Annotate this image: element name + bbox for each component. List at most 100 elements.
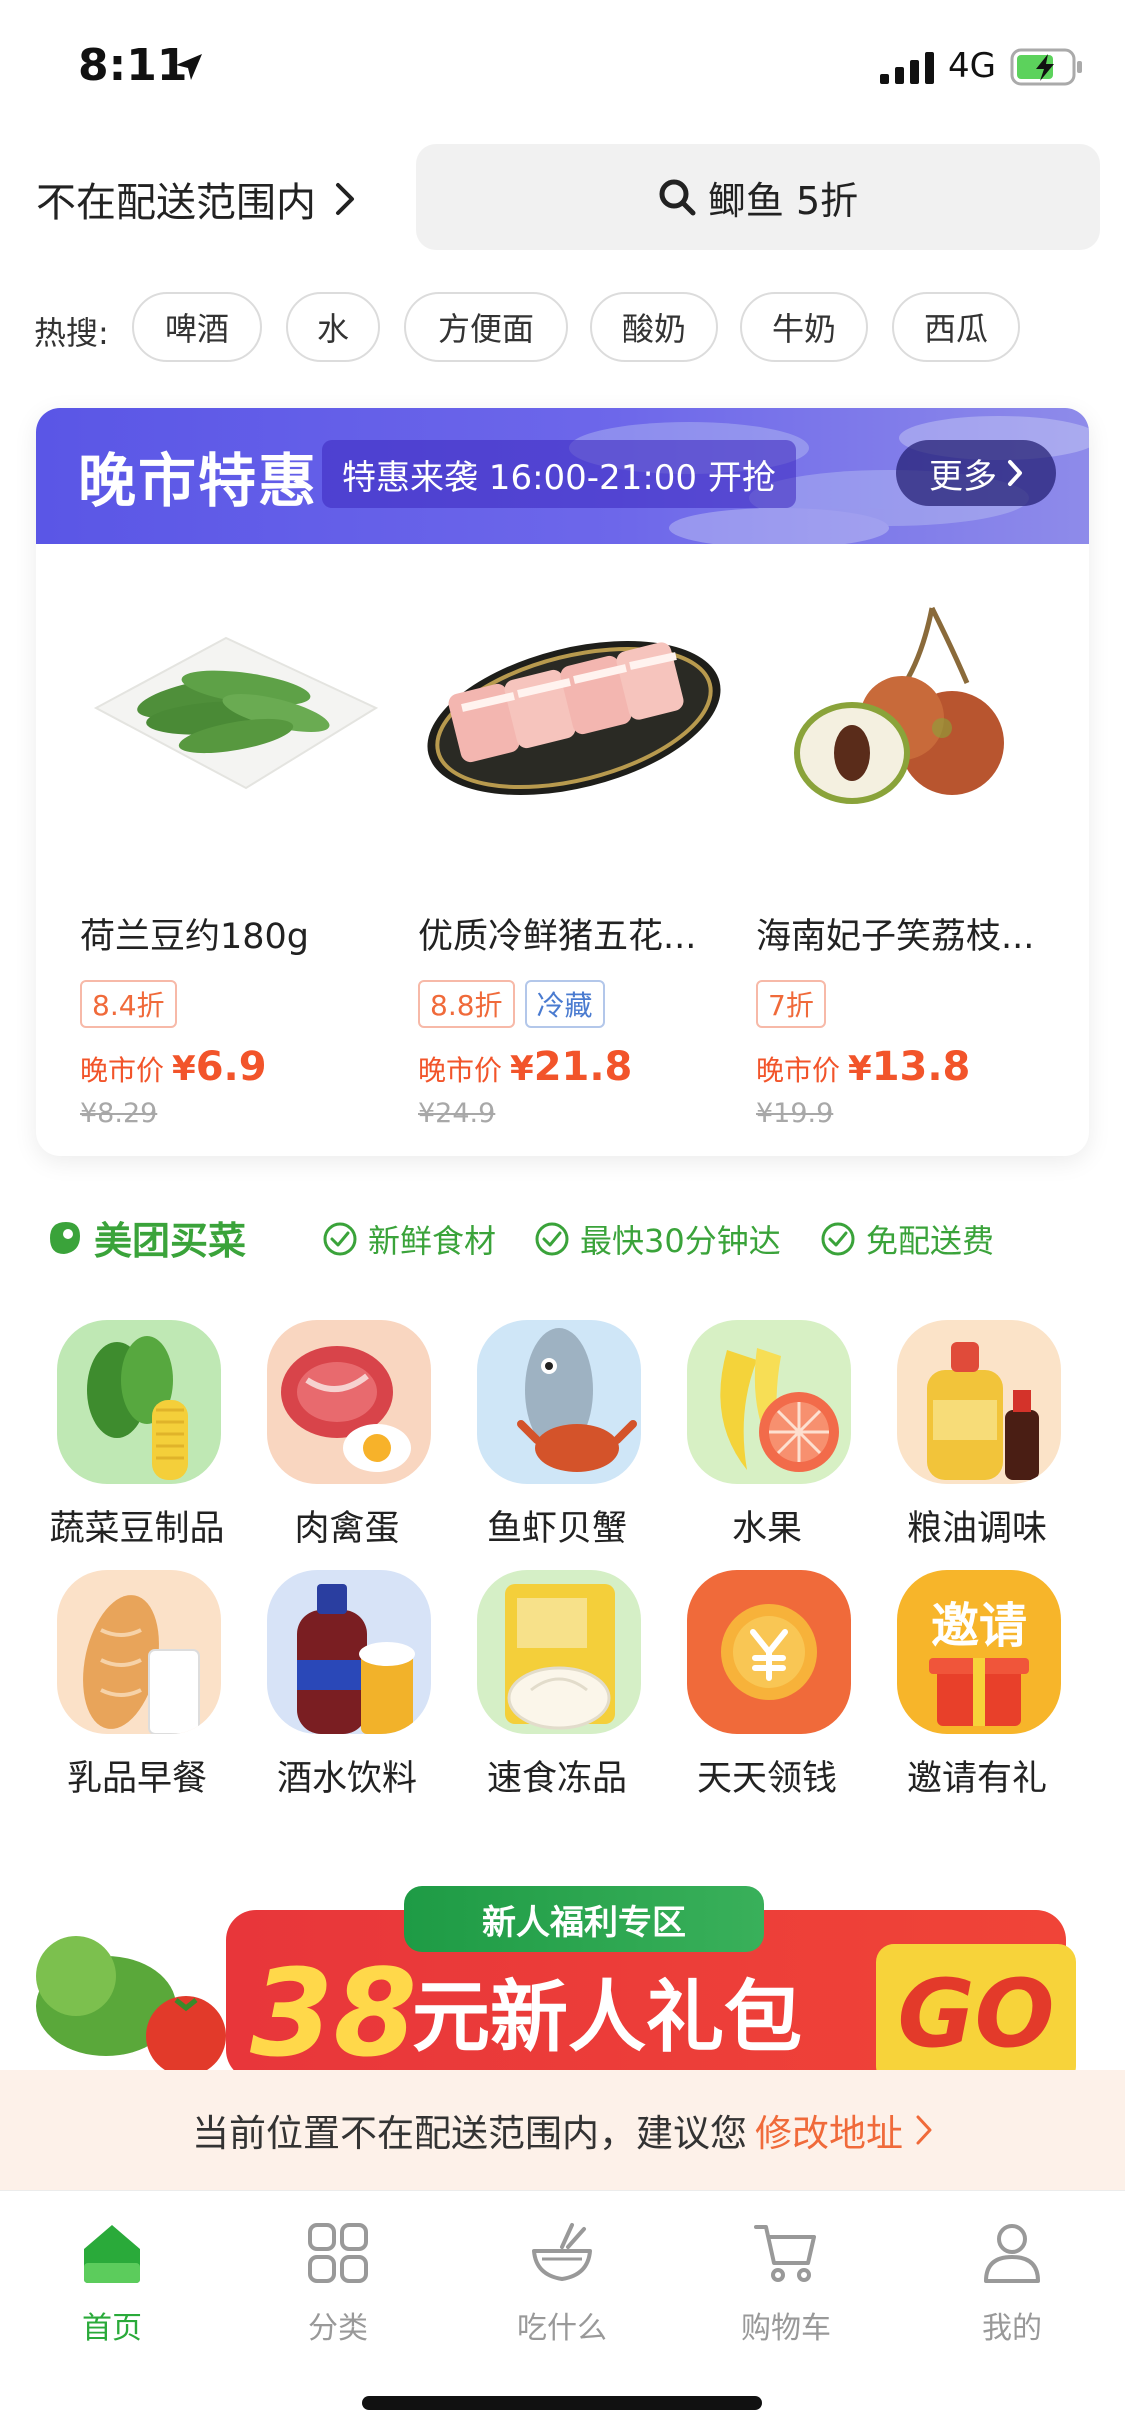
price-label: 晚市价: [80, 1054, 165, 1087]
change-address-link[interactable]: 修改地址: [755, 2103, 903, 2157]
snow-peas-image: [93, 636, 379, 790]
category-label: 酒水饮料: [276, 1759, 417, 1799]
product-name: 优质冷鲜猪五花...: [418, 917, 697, 957]
grid-icon: [308, 2223, 368, 2283]
tab-label: 分类: [308, 2311, 368, 2346]
original-price: ¥8.29: [80, 1098, 158, 1129]
feature-label: 最快30分钟达: [580, 1222, 781, 1260]
chevron-right-icon: [916, 2115, 932, 2145]
hot-search-tag[interactable]: 西瓜: [892, 292, 1020, 362]
price-value: 13.8: [871, 1044, 971, 1090]
go-button[interactable]: GO: [876, 1944, 1076, 2070]
vegetables-decoration-icon: [36, 1936, 226, 2070]
more-button[interactable]: 更多: [896, 440, 1056, 506]
check-circle-icon: [821, 1222, 855, 1256]
tab-label: 首页: [82, 2311, 142, 2346]
dairy-breakfast-icon: [57, 1570, 221, 1734]
category-drinks[interactable]: 酒水饮料: [232, 1570, 442, 1800]
feature-label: 新鲜食材: [368, 1222, 497, 1260]
evening-market-card: 晚市特惠 特惠来袭 16:00-21:00 开抢 更多 荷兰豆约180g 8.4…: [36, 408, 1089, 1156]
category-dairy-breakfast[interactable]: 乳品早餐: [22, 1570, 232, 1800]
location-selector[interactable]: 不在配送范围内: [36, 170, 356, 228]
banner-amount: 38: [250, 1945, 417, 2071]
category-daily-cash[interactable]: 天天领钱: [652, 1570, 862, 1800]
price-row: 晚市价 ¥ 13.8: [756, 1044, 970, 1090]
hot-search-tag[interactable]: 方便面: [404, 292, 568, 362]
evening-market-header: 晚市特惠 特惠来袭 16:00-21:00 开抢 更多: [36, 408, 1089, 544]
hot-search-tag[interactable]: 水: [286, 292, 380, 362]
discount-badge: 8.8折: [418, 980, 515, 1028]
evening-market-subtitle: 特惠来袭 16:00-21:00 开抢: [322, 440, 796, 508]
banner-tag: 新人福利专区: [404, 1886, 764, 1952]
category-label: 鱼虾贝蟹: [486, 1509, 627, 1549]
currency-symbol: ¥: [172, 1049, 196, 1089]
category-label: 天天领钱: [696, 1759, 837, 1799]
meat-egg-icon: [267, 1320, 431, 1484]
signal-icon: [880, 52, 934, 84]
cart-icon: [754, 2225, 816, 2282]
brand-header: 美团买菜: [44, 1210, 246, 1265]
tab-label: 吃什么: [517, 2311, 607, 2346]
address-notice[interactable]: 当前位置不在配送范围内，建议您 修改地址: [0, 2070, 1125, 2190]
brand-name: 美团买菜: [94, 1219, 247, 1263]
feature-item: 新鲜食材: [322, 1216, 496, 1262]
category-label: 邀请有礼: [906, 1759, 1047, 1799]
hot-search-label: 热搜:: [34, 314, 109, 352]
product-card[interactable]: 优质冷鲜猪五花... 8.8折 冷藏 晚市价 ¥ 21.8 ¥24.9: [414, 568, 734, 1138]
frozen-food-icon: [477, 1570, 641, 1734]
more-label: 更多: [929, 456, 997, 497]
hot-search-tag[interactable]: 酸奶: [590, 292, 718, 362]
tab-profile[interactable]: 我的: [932, 2209, 1092, 2359]
fruit-icon: [687, 1320, 851, 1484]
location-text: 不在配送范围内: [36, 180, 316, 226]
chevron-right-icon: [1008, 460, 1022, 486]
tab-home[interactable]: 首页: [32, 2209, 192, 2359]
hot-search-tag[interactable]: 啤酒: [132, 292, 262, 362]
new-user-gift-banner[interactable]: 新人福利专区 38 元新人礼包 GO: [36, 1886, 1089, 2070]
check-circle-icon: [323, 1222, 357, 1256]
category-label: 乳品早餐: [66, 1759, 207, 1799]
oil-seasoning-icon: [897, 1320, 1061, 1484]
coin-icon: [687, 1570, 851, 1734]
product-card[interactable]: 海南妃子笑荔枝... 7折 晚市价 ¥ 13.8 ¥19.9: [752, 568, 1072, 1138]
pork-belly-image: [427, 640, 721, 796]
seafood-icon: [477, 1320, 641, 1484]
currency-symbol: ¥: [510, 1049, 534, 1089]
price-label: 晚市价: [418, 1054, 503, 1087]
category-vegetables[interactable]: 蔬菜豆制品: [22, 1320, 232, 1550]
location-arrow-icon: [176, 54, 202, 80]
original-price: ¥24.9: [418, 1098, 496, 1129]
price-row: 晚市价 ¥ 21.8: [418, 1044, 632, 1090]
tab-what-to-eat[interactable]: 吃什么: [482, 2209, 642, 2359]
bowl-icon: [532, 2223, 592, 2281]
drinks-icon: [267, 1570, 431, 1734]
category-meat-egg[interactable]: 肉禽蛋: [232, 1320, 442, 1550]
refrigerated-badge: 冷藏: [524, 980, 605, 1028]
category-frozen-food[interactable]: 速食冻品: [442, 1570, 652, 1800]
network-type: 4G: [948, 46, 996, 86]
category-seafood[interactable]: 鱼虾贝蟹: [442, 1320, 652, 1550]
category-fruit[interactable]: 水果: [652, 1320, 862, 1550]
product-name: 荷兰豆约180g: [80, 917, 310, 957]
user-icon: [984, 2224, 1040, 2283]
product-card[interactable]: 荷兰豆约180g 8.4折 晚市价 ¥ 6.9 ¥8.29: [76, 568, 396, 1138]
feature-label: 免配送费: [866, 1222, 995, 1260]
category-oil-seasoning[interactable]: 粮油调味: [862, 1320, 1072, 1550]
home-indicator[interactable]: [362, 2396, 762, 2410]
tab-category[interactable]: 分类: [258, 2209, 418, 2359]
search-input[interactable]: 鲫鱼 5折: [416, 144, 1100, 250]
vegetables-icon: [57, 1320, 221, 1484]
category-invite-gift[interactable]: 邀请 邀请有礼: [862, 1570, 1072, 1800]
category-label: 蔬菜豆制品: [49, 1509, 225, 1549]
feature-item: 最快30分钟达: [534, 1216, 781, 1262]
currency-symbol: ¥: [848, 1049, 872, 1089]
search-placeholder: 鲫鱼 5折: [707, 178, 859, 223]
category-label: 速食冻品: [486, 1759, 627, 1799]
hot-search-tag[interactable]: 牛奶: [740, 292, 868, 362]
tab-label: 我的: [982, 2311, 1042, 2346]
home-icon: [84, 2225, 140, 2283]
check-circle-icon: [535, 1222, 569, 1256]
tab-cart[interactable]: 购物车: [706, 2209, 866, 2359]
notice-text: 当前位置不在配送范围内，建议您: [192, 2112, 747, 2155]
discount-badge: 7折: [756, 980, 826, 1028]
